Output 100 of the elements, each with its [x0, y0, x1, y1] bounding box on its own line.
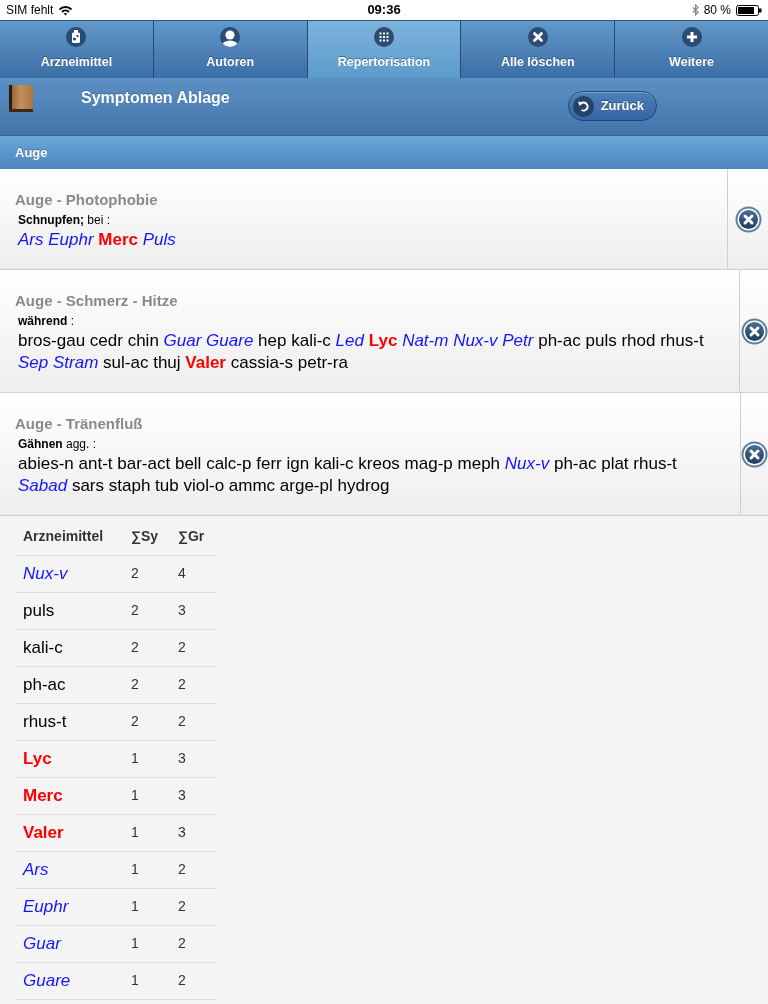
remedy-name: Guar: [163, 331, 202, 350]
remedy-name: sars: [71, 476, 105, 495]
table-cell: 3: [170, 592, 217, 629]
grid-icon: [374, 27, 394, 47]
table-cell: 2: [170, 851, 217, 888]
remedy-name: Euphr: [48, 230, 94, 249]
clock-time: 09:36: [367, 3, 401, 17]
delete-icon[interactable]: [734, 205, 762, 233]
table-cell: 2: [123, 703, 170, 740]
remedy-name: Guare: [206, 331, 254, 350]
remedy-name: Valer: [185, 353, 226, 372]
remedy-name: ph-ac: [538, 331, 581, 350]
remedy-name: cassia-s: [230, 353, 294, 372]
column-header: Arzneimittel: [15, 518, 123, 555]
symptom-modifier: während :: [18, 314, 75, 328]
column-header: ∑Gr: [170, 518, 217, 555]
table-cell: 3: [170, 777, 217, 814]
table-cell: Euphr: [15, 888, 123, 925]
remedy-name: Ars: [18, 230, 44, 249]
remedy-name: tub: [155, 476, 179, 495]
remedy-name: Merc: [98, 230, 139, 249]
battery-icon: [736, 4, 762, 16]
remedy-name: Nat-m: [402, 331, 449, 350]
symptom-title: Auge - Photophobie: [15, 191, 159, 209]
remedy-name: Sabad: [18, 476, 68, 495]
remedy-name: ign: [286, 454, 310, 473]
remedy-name: rhus-t: [633, 454, 677, 473]
table-cell: Nux-v: [15, 555, 123, 592]
page-title: Symptomen Ablage: [81, 88, 230, 108]
table-cell: Ars: [15, 851, 123, 888]
table-cell: Valer: [15, 814, 123, 851]
table-cell: 1: [123, 777, 170, 814]
tab[interactable]: Repertorisation: [307, 21, 462, 78]
remedy-name: staph: [108, 476, 151, 495]
table-cell: 2: [170, 888, 217, 925]
column-header: ∑Sy: [123, 518, 170, 555]
remedy-name: meph: [457, 454, 501, 473]
remedy-name: bar-act: [117, 454, 171, 473]
delete-icon[interactable]: [740, 317, 768, 345]
table-cell: 1: [123, 925, 170, 962]
table-cell: Guare: [15, 962, 123, 999]
remedy-name: sul-ac: [103, 353, 149, 372]
table-cell: 4: [170, 555, 217, 592]
symptom-title: Auge - Tränenfluß: [15, 415, 144, 433]
x-circle-icon: [527, 27, 548, 47]
remedy-name: bros-gau: [18, 331, 86, 350]
symptom-title: Auge - Schmerz - Hitze: [15, 292, 179, 310]
remedy-name: Led: [335, 331, 364, 350]
remedy-name: petr-ra: [297, 353, 348, 372]
table-cell: 1: [123, 851, 170, 888]
remedy-name: thuj: [153, 353, 181, 372]
bottle-icon: [66, 27, 87, 47]
bluetooth-icon: [691, 4, 699, 16]
person-icon: [220, 27, 241, 47]
wifi-icon: [58, 4, 74, 16]
plus-circle-icon: [681, 27, 702, 47]
tab[interactable]: Weitere: [615, 21, 768, 78]
table-cell: 1: [123, 740, 170, 777]
table-cell: 1: [123, 962, 170, 999]
symptom-modifier: Gähnen agg. :: [18, 437, 98, 451]
table-cell: puls: [15, 592, 123, 629]
table-cell: Merc: [15, 777, 123, 814]
table-cell: 2: [170, 629, 217, 666]
table-cell: 3: [170, 740, 217, 777]
battery-percentage: 80 %: [703, 3, 731, 17]
remedy-name: puls: [585, 331, 617, 350]
remedy-name: plat: [601, 454, 629, 473]
remedy-name: cedr: [89, 331, 123, 350]
remedy-name: arge-pl: [279, 476, 333, 495]
table-cell: 3: [170, 814, 217, 851]
carrier-label: SIM fehlt: [6, 3, 54, 17]
remedy-name: calc-p: [206, 454, 252, 473]
back-button[interactable]: Zurück: [567, 91, 657, 121]
table-cell: 2: [170, 962, 217, 999]
remedy-name: Lyc: [368, 331, 398, 350]
remedy-name: kreos: [358, 454, 400, 473]
remedy-name: Stram: [53, 353, 99, 372]
remedy-name: Puls: [142, 230, 176, 249]
remedy-name: bell: [174, 454, 202, 473]
book-icon: [9, 85, 33, 112]
section-header: Auge: [0, 136, 768, 169]
table-cell: 2: [170, 925, 217, 962]
remedy-name: hydrog: [337, 476, 390, 495]
remedy-name: hep: [258, 331, 287, 350]
remedy-name: ferr: [256, 454, 282, 473]
remedy-name: rhus-t: [660, 331, 704, 350]
remedy-name: Nux-v: [504, 454, 550, 473]
remedy-name: rhod: [621, 331, 656, 350]
remedy-name: abies-n: [18, 454, 74, 473]
remedy-name: ph-ac: [553, 454, 597, 473]
remedy-name: ammc: [228, 476, 276, 495]
delete-icon[interactable]: [740, 440, 768, 468]
remedy-name: Petr: [502, 331, 534, 350]
table-cell: kali-c: [15, 629, 123, 666]
remedy-name: kali-c: [291, 331, 331, 350]
table-cell: Lyc: [15, 740, 123, 777]
table-cell: 2: [123, 629, 170, 666]
table-cell: 1: [123, 888, 170, 925]
table-cell: rhus-t: [15, 703, 123, 740]
table-cell: ph-ac: [15, 666, 123, 703]
